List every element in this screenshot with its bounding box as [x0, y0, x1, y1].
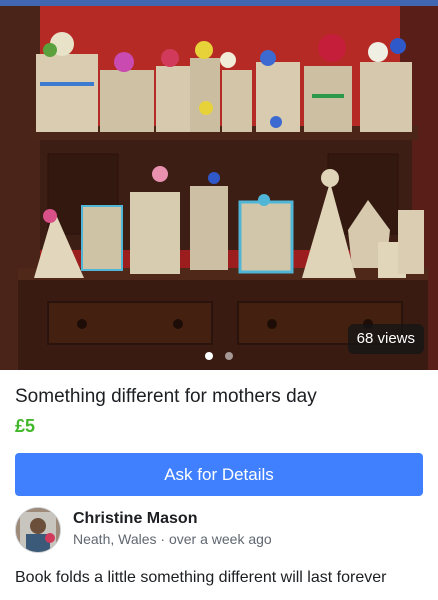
photo-pager-dot-2[interactable]: [225, 352, 233, 360]
listing-title: Something different for mothers day: [15, 386, 317, 407]
seller-location: Neath, Wales: [73, 531, 157, 547]
seller-info[interactable]: Christine Mason Neath, Wales · over a we…: [15, 507, 423, 553]
listing-time: over a week ago: [168, 531, 272, 547]
seller-location-time: Neath, Wales · over a week ago: [73, 530, 272, 548]
listing-price: £5: [15, 416, 36, 436]
photo-pager: [0, 352, 438, 360]
photo-pager-dot-1[interactable]: [205, 352, 213, 360]
listing-photo-image: [0, 6, 438, 370]
seller-name[interactable]: Christine Mason: [73, 509, 197, 529]
seller-avatar-image: [16, 508, 60, 552]
listing-photo[interactable]: 68 views: [0, 6, 438, 370]
seller-avatar[interactable]: [15, 507, 61, 553]
ask-for-details-button[interactable]: Ask for Details: [15, 453, 423, 496]
views-count-badge: 68 views: [347, 324, 424, 354]
meta-separator: ·: [160, 531, 169, 547]
listing-description: Book folds a little something different …: [15, 569, 387, 586]
